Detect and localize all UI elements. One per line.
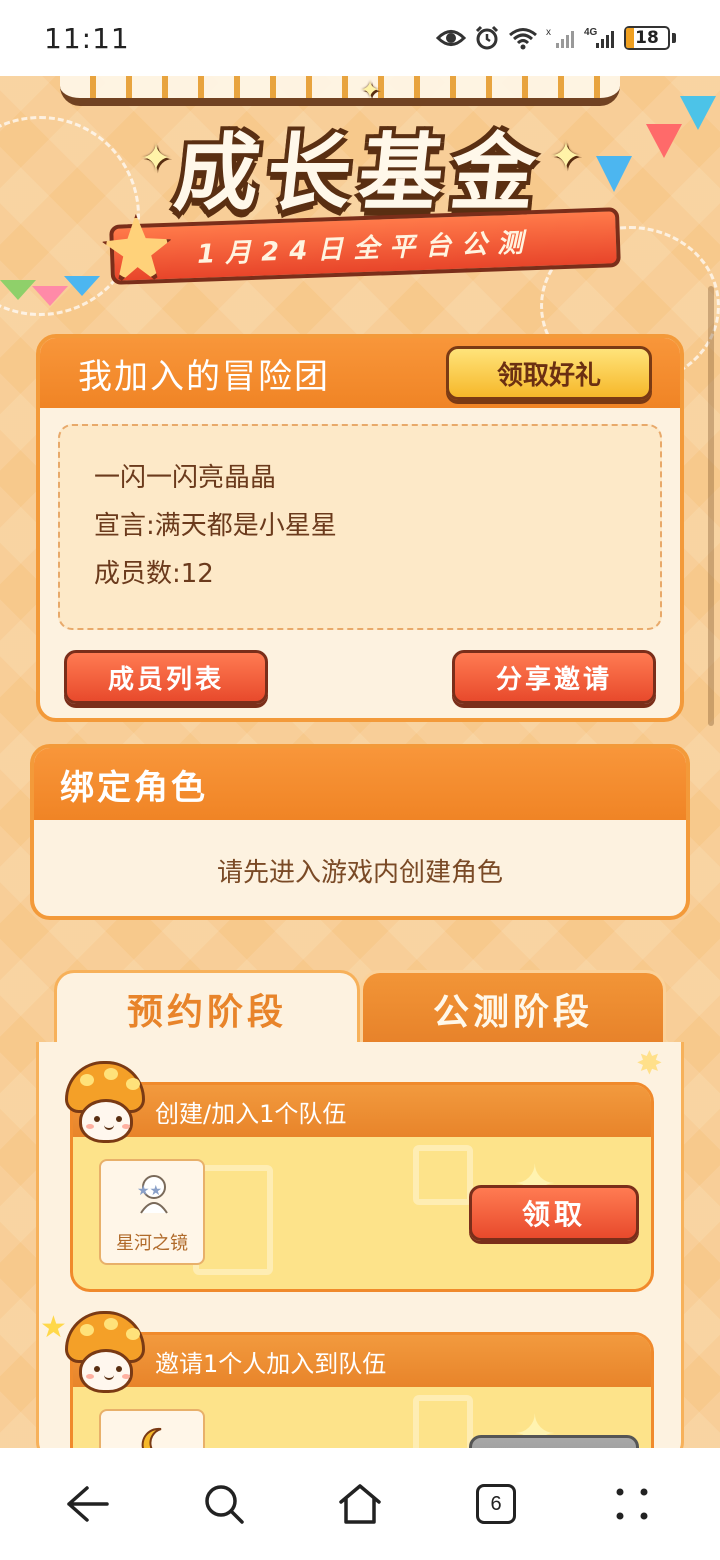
mushroom-mascot-icon bbox=[65, 1311, 145, 1395]
bind-role-message: 请先进入游戏内创建角色 bbox=[216, 857, 503, 888]
pennant-flag bbox=[0, 280, 36, 300]
bind-role-body: 请先进入游戏内创建角色 bbox=[34, 820, 686, 916]
alarm-icon bbox=[474, 25, 500, 51]
bind-role-title: 绑定角色 bbox=[60, 767, 208, 808]
team-card-header: 我加入的冒险团 领取好礼 bbox=[40, 338, 680, 408]
team-member-count: 成员数:12 bbox=[94, 559, 214, 589]
back-arrow-icon bbox=[67, 1486, 109, 1522]
tabs-button[interactable]: 6 bbox=[456, 1464, 536, 1544]
star-icon: ★ bbox=[40, 1310, 67, 1345]
team-info-box: 一闪一闪亮晶晶 宣言:满天都是小星星 成员数:12 bbox=[58, 424, 662, 630]
task-title: 邀请1个人加入到队伍 bbox=[155, 1349, 387, 1378]
tab-public-test-stage[interactable]: 公测阶段 bbox=[360, 970, 666, 1044]
tabs-icon: 6 bbox=[476, 1484, 516, 1524]
pennant-flag bbox=[32, 286, 68, 306]
home-icon bbox=[339, 1484, 381, 1524]
page-content[interactable]: 成长基金 ✦ ✦ ✦ 1月24日全平台公测 我加入的冒险团 领取好礼 一闪一闪亮… bbox=[0, 76, 720, 1448]
wifi-icon bbox=[508, 26, 538, 50]
sparkle-icon: ✦ bbox=[140, 136, 172, 180]
back-button[interactable] bbox=[48, 1464, 128, 1544]
sparkle-icon: ✦ bbox=[550, 134, 582, 178]
eye-icon bbox=[436, 27, 466, 49]
member-list-button[interactable]: 成员列表 bbox=[64, 650, 268, 704]
menu-button[interactable] bbox=[592, 1464, 672, 1544]
task-header: 邀请1个人加入到队伍 bbox=[73, 1335, 651, 1387]
battery-tip bbox=[672, 33, 676, 43]
signal-weak-icon: x bbox=[546, 26, 576, 50]
share-invite-button[interactable]: 分享邀请 bbox=[452, 650, 656, 704]
team-declaration: 宣言:满天都是小星星 bbox=[94, 511, 337, 541]
browser-bottom-nav: 6 bbox=[0, 1448, 720, 1560]
maple-leaf-icon: ✸ bbox=[636, 1044, 663, 1082]
tab-reservation-stage[interactable]: 预约阶段 bbox=[54, 970, 360, 1044]
svg-text:★★: ★★ bbox=[137, 1183, 162, 1199]
task-title: 创建/加入1个队伍 bbox=[155, 1099, 347, 1128]
adventure-team-card: 我加入的冒险团 领取好礼 一闪一闪亮晶晶 宣言:满天都是小星星 成员数:12 成… bbox=[36, 334, 684, 722]
mushroom-mascot-icon bbox=[65, 1061, 145, 1145]
team-buttons: 成员列表 分享邀请 bbox=[40, 630, 680, 704]
signal-4g-icon: 4G bbox=[584, 26, 616, 50]
task-card: ✦ 邀请1个人加入到队伍 bbox=[65, 1311, 654, 1448]
battery-level: 18 bbox=[635, 28, 659, 48]
reward-name: 星河之镜 bbox=[116, 1233, 188, 1254]
task-background-decoration bbox=[413, 1145, 473, 1205]
stage-tabs: 预约阶段 公测阶段 bbox=[54, 970, 666, 1044]
tab-count: 6 bbox=[490, 1492, 502, 1515]
task-background-decoration bbox=[413, 1395, 473, 1448]
team-card-title: 我加入的冒险团 bbox=[78, 356, 330, 397]
launch-date-text: 1月24日全平台公测 bbox=[196, 227, 534, 270]
more-menu-icon bbox=[616, 1488, 648, 1520]
task-header: 创建/加入1个队伍 bbox=[73, 1085, 651, 1137]
bind-role-header: 绑定角色 bbox=[34, 748, 686, 820]
status-icons: x 4G 18 bbox=[436, 25, 676, 51]
network-label: 4G bbox=[584, 27, 598, 38]
claim-button[interactable]: 领取 bbox=[469, 1185, 639, 1241]
status-bar: 11:11 x 4G 18 bbox=[0, 0, 720, 76]
search-icon bbox=[205, 1485, 244, 1524]
sparkle-icon: ✦ bbox=[360, 76, 381, 104]
banner: 成长基金 ✦ ✦ ✦ 1月24日全平台公测 bbox=[0, 76, 720, 386]
pennant-flag bbox=[64, 276, 100, 296]
svg-text:x: x bbox=[546, 27, 551, 38]
team-name: 一闪一闪亮晶晶 bbox=[94, 463, 277, 493]
star-mirror-icon: ★★ bbox=[137, 1175, 168, 1214]
banner-top-decoration bbox=[60, 76, 620, 106]
status-time: 11:11 bbox=[44, 21, 130, 55]
scrollbar-thumb[interactable] bbox=[708, 286, 714, 726]
moon-icon bbox=[141, 1427, 162, 1448]
task-background-decoration bbox=[193, 1165, 273, 1275]
bind-role-card: 绑定角色 请先进入游戏内创建角色 bbox=[30, 744, 690, 920]
reward-item[interactable] bbox=[99, 1409, 205, 1448]
claim-button-disabled[interactable] bbox=[469, 1435, 639, 1448]
reward-item[interactable]: ★★ 星河之镜 bbox=[99, 1159, 205, 1265]
battery-icon: 18 bbox=[624, 26, 670, 50]
home-button[interactable] bbox=[320, 1464, 400, 1544]
task-card: ✦ 创建/加入1个队伍 ★★ 星河之镜 领取 bbox=[65, 1061, 654, 1292]
claim-gift-button[interactable]: 领取好礼 bbox=[446, 346, 652, 400]
search-button[interactable] bbox=[184, 1464, 264, 1544]
